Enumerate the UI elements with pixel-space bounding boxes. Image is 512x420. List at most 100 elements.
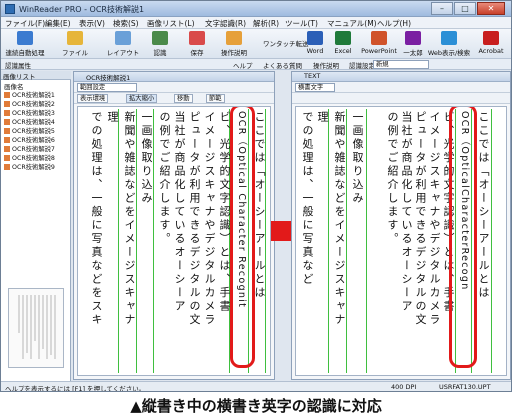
- move-button[interactable]: 移動: [174, 94, 193, 103]
- menu-bar: ファイル(F) 編集(E) 表示(V) 検索(S) 画像リスト(L) 文字認識(…: [1, 17, 511, 29]
- image-file-icon: [4, 110, 10, 116]
- column-guide: [346, 109, 347, 373]
- english-text-highlight: [230, 107, 255, 368]
- ichitaro-icon: [405, 31, 421, 45]
- sidebar-item-label: OCR技術解説4: [12, 119, 55, 126]
- app-logo-icon: [5, 4, 15, 14]
- sidebar-item-9[interactable]: OCR技術解説9: [4, 162, 55, 171]
- sidebar-item-label: OCR技術解説6: [12, 137, 55, 144]
- menu-image-list[interactable]: 画像リスト(L): [147, 18, 195, 29]
- menu-search[interactable]: 検索(S): [113, 18, 139, 29]
- menu-tools[interactable]: ツール(T): [285, 18, 318, 29]
- caption: ▲縦書き中の横書き英字の認識に対応: [130, 397, 382, 415]
- acrobat-button[interactable]: Acrobat: [475, 31, 507, 58]
- word-label: Word: [306, 47, 324, 55]
- text-column: 新聞や雑誌などをイメージスキャナ: [333, 111, 346, 327]
- help-link[interactable]: ヘルプ: [233, 60, 253, 70]
- word-button[interactable]: Word: [303, 31, 327, 58]
- display-env-button[interactable]: 表示環境: [77, 94, 109, 103]
- file-icon: [67, 31, 83, 45]
- ops-link[interactable]: 操作説明: [313, 60, 339, 70]
- zoom-button[interactable]: 拡大縮小: [126, 94, 158, 103]
- globe-icon: [441, 31, 457, 45]
- sidebar-item-1[interactable]: OCR技術解説1: [4, 90, 55, 99]
- excel-icon: [335, 31, 351, 45]
- status-message: ヘルプを表示するには [F1] を押してください。: [5, 385, 146, 392]
- text-column: ここでは「オーシーアールとは: [477, 111, 490, 300]
- sidebar-item-label: OCR技術解説2: [12, 101, 55, 108]
- recognized-text[interactable]: ここでは「オーシーアールとは OCR（OpticalCharacterRecog…: [295, 106, 507, 376]
- powerpoint-button[interactable]: PowerPoint: [359, 31, 399, 58]
- auto-process-button[interactable]: 連続自動処理: [5, 31, 45, 58]
- text-column: 一画像取り込み: [140, 111, 153, 206]
- maximize-button[interactable]: □: [454, 2, 476, 15]
- web-search-label: Web表示/検索: [427, 49, 471, 57]
- file-button[interactable]: ファイル: [59, 31, 91, 58]
- column-guide: [153, 109, 154, 373]
- sidebar-item-7[interactable]: OCR技術解説7: [4, 144, 55, 153]
- manual-button[interactable]: 操作説明: [219, 31, 249, 58]
- text-pane-format-bar: [292, 93, 510, 104]
- text-column: での処理は、一般に写真など: [301, 111, 314, 287]
- image-pane-title: OCR技術解説1: [74, 72, 274, 82]
- image-file-icon: [4, 92, 10, 98]
- save-button[interactable]: 保存: [186, 31, 208, 58]
- menu-manual[interactable]: マニュアル(M): [327, 18, 377, 29]
- column-guide: [491, 109, 492, 373]
- image-list-title: 画像リスト: [1, 71, 71, 81]
- sidebar-item-label: OCR技術解説5: [12, 128, 55, 135]
- page-thumbnail[interactable]: [8, 288, 64, 368]
- image-file-icon: [4, 155, 10, 161]
- sidebar-item-4[interactable]: OCR技術解説4: [4, 117, 55, 126]
- title-bar: WinReader PRO - OCR技術解説1 – □ ✕: [1, 1, 511, 17]
- text-column: 新聞や雑誌などをイメージスキャナ: [123, 111, 136, 327]
- image-pane: OCR技術解説1 範囲設定 表示環境 拡大縮小 移動 節範 ここでは「オーシーア…: [73, 71, 275, 380]
- menu-recognition[interactable]: 文字認識(R): [205, 18, 246, 29]
- faq-link[interactable]: よくある質問: [263, 60, 302, 70]
- sidebar-item-2[interactable]: OCR技術解説2: [4, 99, 55, 108]
- image-file-icon: [4, 119, 10, 125]
- powerpoint-icon: [371, 31, 387, 45]
- sidebar-item-8[interactable]: OCR技術解説8: [4, 153, 55, 162]
- image-file-icon: [4, 146, 10, 152]
- onetouch-label: ワンタッチ転送: [263, 40, 309, 48]
- close-button[interactable]: ✕: [477, 2, 505, 15]
- auto-process-icon: [17, 31, 33, 45]
- menu-edit[interactable]: 編集(E): [45, 18, 71, 29]
- file-label: ファイル: [62, 49, 88, 57]
- powerpoint-label: PowerPoint: [361, 47, 397, 55]
- sidebar-item-5[interactable]: OCR技術解説5: [4, 126, 55, 135]
- recog-setting-label: 認識設定: [349, 62, 375, 70]
- recog-setting-select[interactable]: 新規: [373, 60, 429, 69]
- column-guide: [328, 109, 329, 373]
- minimize-button[interactable]: –: [431, 2, 453, 15]
- range-setting-select[interactable]: 範囲設定: [77, 83, 137, 92]
- text-column: での処理は、一般に写真などをスキ: [90, 111, 103, 327]
- save-label: 保存: [190, 49, 204, 57]
- menu-help[interactable]: ヘルプ(H): [377, 18, 411, 29]
- excel-button[interactable]: Excel: [331, 31, 355, 58]
- image-pane-toolbar: 範囲設定: [74, 82, 274, 93]
- column-guide: [118, 109, 119, 373]
- select-button[interactable]: 節範: [206, 94, 225, 103]
- sidebar-item-label: OCR技術解説7: [12, 146, 55, 153]
- image-file-icon: [4, 137, 10, 143]
- text-mode-select[interactable]: 横書文字: [295, 83, 335, 92]
- text-column: ピュータが利用できるデジタルの文: [188, 111, 201, 327]
- text-pane-toolbar: 横書文字: [292, 82, 510, 93]
- layout-button[interactable]: レイアウト: [105, 31, 141, 58]
- excel-label: Excel: [334, 47, 352, 55]
- sidebar-item-6[interactable]: OCR技術解説6: [4, 135, 55, 144]
- recognize-button[interactable]: 認識: [149, 31, 171, 58]
- web-search-button[interactable]: Web表示/検索: [427, 31, 471, 58]
- secondary-toolbar: 認識属性 ヘルプ よくある質問 操作説明 認識設定 新規: [1, 59, 511, 70]
- menu-view[interactable]: 表示(V): [79, 18, 105, 29]
- sidebar-item-3[interactable]: OCR技術解説3: [4, 108, 55, 117]
- menu-analysis[interactable]: 解析(R): [253, 18, 279, 29]
- menu-file[interactable]: ファイル(F): [5, 18, 45, 29]
- ichitaro-button[interactable]: 一太郎: [401, 31, 425, 58]
- recog-attr-label: 認識属性: [5, 62, 31, 70]
- text-pane-title: TEXT: [292, 72, 510, 82]
- scanned-page[interactable]: ここでは「オーシーアールとは OCR（Optical Character Rec…: [77, 106, 271, 376]
- image-pane-view-bar: 表示環境 拡大縮小 移動 節範: [74, 93, 274, 104]
